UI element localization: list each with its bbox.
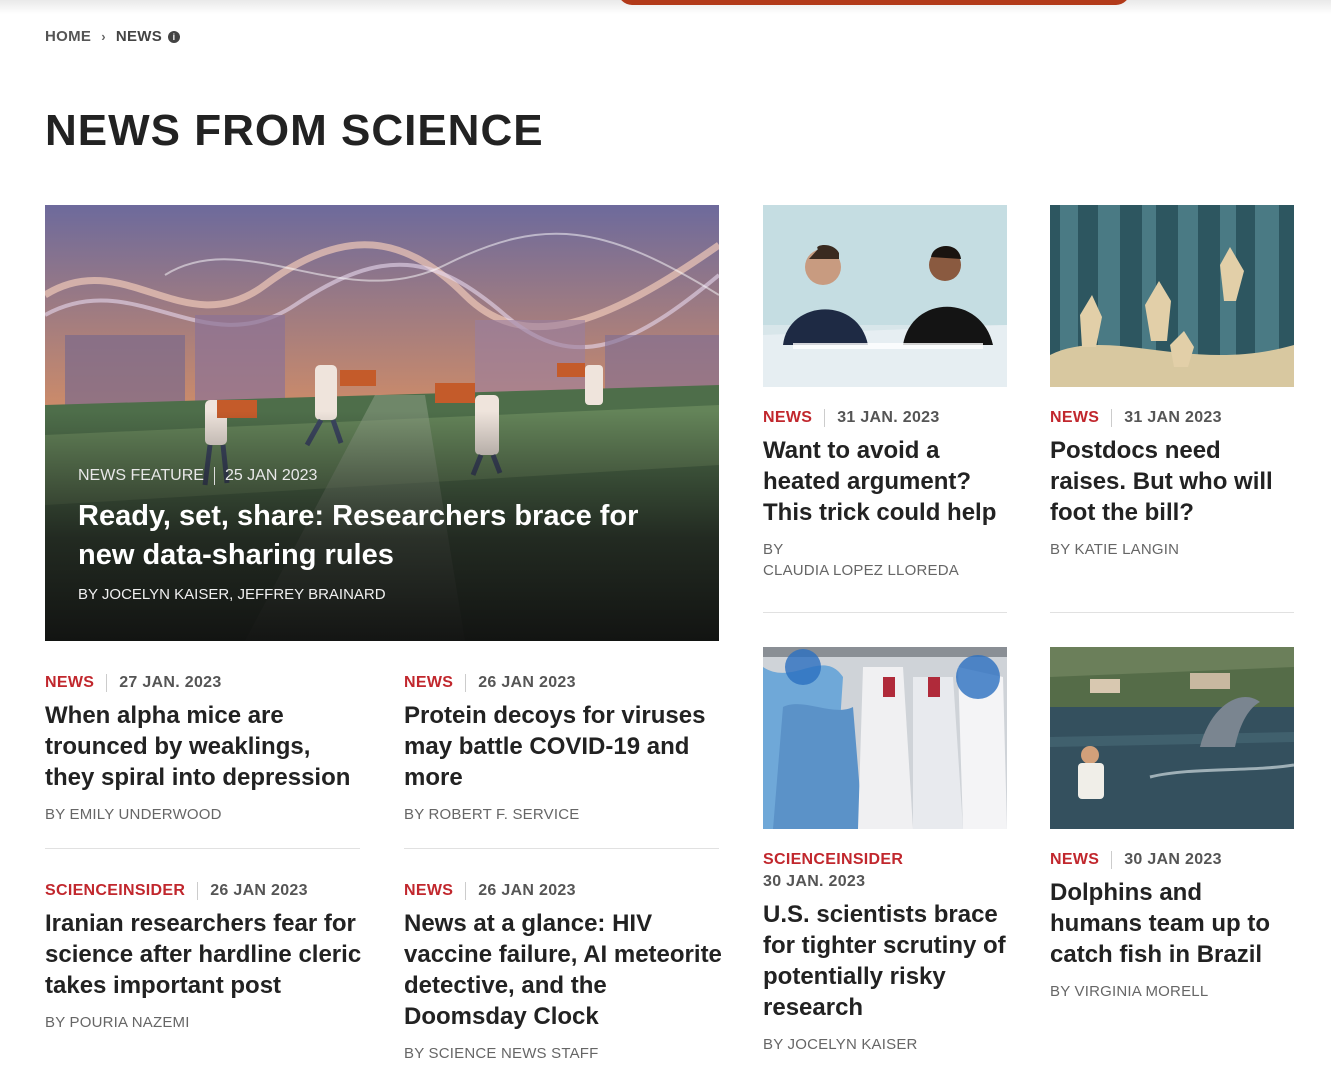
article-meta: NEWS 27 JAN. 2023 <box>45 672 365 694</box>
article-date: 26 JAN 2023 <box>210 882 308 899</box>
article-headline[interactable]: Iranian researchers fear for science aft… <box>45 908 365 1001</box>
article-image[interactable] <box>1050 647 1294 829</box>
article-category[interactable]: NEWS <box>763 407 812 429</box>
article-meta: SCIENCEINSIDER 26 JAN 2023 <box>45 880 365 902</box>
article-meta: NEWS 31 JAN 2023 <box>1050 407 1294 429</box>
article-date: 30 JAN 2023 <box>1124 851 1222 868</box>
article-byline[interactable]: BY CLAUDIA LOPEZ LLOREDA <box>763 539 1007 581</box>
featured-headline[interactable]: Ready, set, share: Researchers brace for… <box>78 497 668 575</box>
divider <box>404 848 719 849</box>
article-category[interactable]: NEWS <box>404 880 453 902</box>
divider <box>197 882 199 900</box>
article-card: NEWS 31 JAN 2023 Postdocs need raises. B… <box>1050 407 1294 560</box>
divider <box>213 467 215 485</box>
breadcrumb-current: NEWS <box>115 28 163 45</box>
article-headline[interactable]: When alpha mice are trounced by weakling… <box>45 700 365 793</box>
photo-protective-suits-hanging-icon <box>763 647 1007 829</box>
breadcrumb-home[interactable]: HOME <box>45 28 91 45</box>
article-meta: NEWS 26 JAN 2023 <box>404 880 724 902</box>
article-category[interactable]: NEWS <box>1050 849 1099 871</box>
featured-article[interactable]: NEWS FEATURE 25 JAN 2023 Ready, set, sha… <box>45 205 719 641</box>
article-category[interactable]: SCIENCEINSIDER <box>45 880 185 902</box>
article-image[interactable] <box>763 205 1007 387</box>
featured-meta: NEWS FEATURE 25 JAN 2023 <box>78 467 317 485</box>
photo-fisherman-and-dolphin-icon <box>1050 647 1294 829</box>
article-image[interactable] <box>763 647 1007 829</box>
divider <box>763 612 1007 613</box>
article-card: NEWS 26 JAN 2023 News at a glance: HIV v… <box>404 880 724 1064</box>
article-date: 26 JAN 2023 <box>478 882 576 899</box>
article-card: NEWS 26 JAN 2023 Protein decoys for viru… <box>404 672 724 825</box>
illustration-figures-in-forest-icon <box>1050 205 1294 387</box>
info-icon[interactable]: i <box>168 30 181 43</box>
article-category[interactable]: SCIENCEINSIDER <box>763 849 903 871</box>
article-headline[interactable]: Postdocs need raises. But who will foot … <box>1050 435 1294 528</box>
article-byline[interactable]: BY KATIE LANGIN <box>1050 539 1294 560</box>
chevron-right-icon: › <box>101 29 106 44</box>
page-title: NEWS FROM SCIENCE <box>45 106 544 155</box>
article-card: NEWS 27 JAN. 2023 When alpha mice are tr… <box>45 672 365 825</box>
article-category[interactable]: NEWS <box>45 672 94 694</box>
article-byline[interactable]: BY ROBERT F. SERVICE <box>404 804 724 825</box>
featured-byline[interactable]: BY JOCELYN KAISER, JEFFREY BRAINARD <box>78 586 386 603</box>
article-date: 26 JAN 2023 <box>478 674 576 691</box>
divider <box>1111 409 1113 427</box>
divider <box>1111 851 1113 869</box>
featured-category[interactable]: NEWS FEATURE <box>78 467 204 485</box>
article-byline[interactable]: BY VIRGINIA MORELL <box>1050 981 1300 1002</box>
article-byline[interactable]: BY EMILY UNDERWOOD <box>45 804 365 825</box>
photo-two-people-arguing-icon <box>763 205 1007 387</box>
divider <box>106 674 108 692</box>
article-byline[interactable]: BY SCIENCE NEWS STAFF <box>404 1043 724 1064</box>
article-headline[interactable]: Protein decoys for viruses may battle CO… <box>404 700 724 793</box>
divider <box>465 674 467 692</box>
divider <box>824 409 826 427</box>
divider <box>1050 612 1294 613</box>
divider <box>45 848 360 849</box>
breadcrumb: HOME › NEWS i <box>45 28 181 45</box>
article-date: 30 JAN. 2023 <box>763 873 866 890</box>
article-card: NEWS 30 JAN 2023 Dolphins and humans tea… <box>1050 849 1300 1002</box>
article-meta: SCIENCEINSIDER 30 JAN. 2023 <box>763 849 1007 893</box>
article-meta: NEWS 31 JAN. 2023 <box>763 407 1007 429</box>
article-card: SCIENCEINSIDER 30 JAN. 2023 U.S. scienti… <box>763 849 1007 1055</box>
article-headline[interactable]: Want to avoid a heated argument? This tr… <box>763 435 1007 528</box>
article-byline[interactable]: BY JOCELYN KAISER <box>763 1034 1007 1055</box>
article-card: SCIENCEINSIDER 26 JAN 2023 Iranian resea… <box>45 880 365 1033</box>
divider <box>465 882 467 900</box>
article-date: 31 JAN 2023 <box>1124 409 1222 426</box>
article-category[interactable]: NEWS <box>404 672 453 694</box>
article-headline[interactable]: U.S. scientists brace for tighter scruti… <box>763 899 1007 1023</box>
featured-date: 25 JAN 2023 <box>224 467 318 484</box>
article-headline[interactable]: News at a glance: HIV vaccine failure, A… <box>404 908 724 1032</box>
article-meta: NEWS 30 JAN 2023 <box>1050 849 1300 871</box>
article-headline[interactable]: Dolphins and humans team up to catch fis… <box>1050 877 1300 970</box>
article-category[interactable]: NEWS <box>1050 407 1099 429</box>
article-date: 31 JAN. 2023 <box>837 409 940 426</box>
article-image[interactable] <box>1050 205 1294 387</box>
search-bar-accent[interactable] <box>618 0 1130 5</box>
article-meta: NEWS 26 JAN 2023 <box>404 672 724 694</box>
article-card: NEWS 31 JAN. 2023 Want to avoid a heated… <box>763 407 1007 581</box>
article-byline[interactable]: BY POURIA NAZEMI <box>45 1012 365 1033</box>
article-date: 27 JAN. 2023 <box>119 674 222 691</box>
